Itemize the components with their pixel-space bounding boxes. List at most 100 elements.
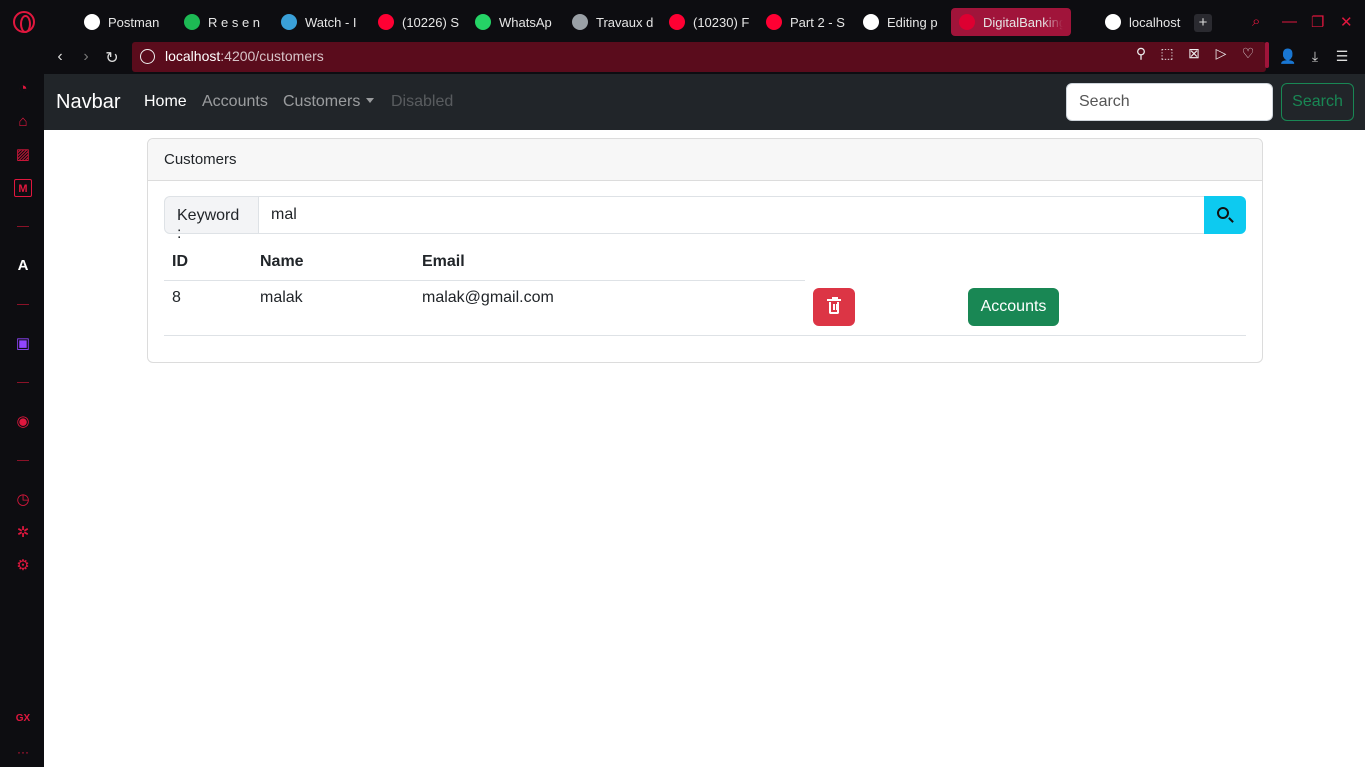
customer-accounts-button[interactable]: Accounts: [968, 288, 1059, 326]
card-header: Customers: [148, 139, 1262, 181]
browser-tab[interactable]: Travaux d: [572, 8, 676, 36]
cell-delete: [805, 280, 960, 336]
profile-icon[interactable]: 👤: [1278, 48, 1298, 65]
browser-tab-label: (10226) S: [402, 14, 460, 30]
nav-customers-dropdown[interactable]: Customers: [283, 93, 375, 111]
speed-dial-icon[interactable]: ◔: [14, 80, 32, 98]
browser-sidebar: ◔ ⌂ ▨ M A ▣ ◉ ◷ ✲ ⚙ GX ···: [0, 74, 44, 767]
browser-tab[interactable]: (10230) F: [669, 8, 773, 36]
history-icon[interactable]: ◷: [14, 491, 32, 509]
extensions-icon[interactable]: ✲: [14, 524, 32, 542]
sidebar-separator: [17, 226, 29, 227]
messenger-m-icon[interactable]: M: [14, 179, 32, 197]
pin-icon[interactable]: ⚲: [1132, 45, 1150, 62]
browser-tab-label: Part 2 - S: [790, 14, 845, 30]
angular-icon: [959, 14, 975, 30]
keyword-label: Keyword :: [164, 196, 259, 242]
send-icon[interactable]: ▷: [1212, 45, 1230, 62]
browser-tab-label: Postman: [108, 14, 160, 30]
twitch-icon[interactable]: ▣: [14, 335, 32, 353]
download-icon[interactable]: ⤓: [1305, 48, 1325, 65]
nav-home-link[interactable]: Home: [144, 93, 187, 111]
nav-accounts-link[interactable]: Accounts: [202, 93, 268, 111]
browser-tab[interactable]: DigitalBankingWe: [951, 8, 1071, 36]
bookmark-heart-icon[interactable]: ♡: [1239, 45, 1257, 62]
gx-label[interactable]: GX: [14, 710, 32, 728]
keyword-search-button[interactable]: [1204, 196, 1246, 234]
minimize-button[interactable]: —: [1282, 13, 1297, 30]
back-button[interactable]: ‹: [50, 48, 70, 66]
youtube-icon: [378, 14, 394, 30]
cell-name: malak: [252, 280, 414, 336]
browser-tab-label: Watch - I: [305, 14, 357, 30]
address-bar[interactable]: localhost:4200/customers ⚲ ⬚ ⊠ ▷ ♡: [132, 42, 1266, 72]
search-icon: [1217, 207, 1229, 219]
more-icon[interactable]: ···: [14, 743, 32, 761]
table-row: 8 malak malak@gmail.com Accounts: [164, 280, 1246, 336]
browser-tab[interactable]: (10226) S: [378, 8, 482, 36]
browser-tab-label: Travaux d: [596, 14, 654, 30]
close-window-button[interactable]: ✕: [1340, 13, 1353, 31]
navbar-search-input[interactable]: [1066, 83, 1273, 121]
column-header-id: ID: [164, 244, 252, 281]
gx-control-icon[interactable]: ⌂: [14, 113, 32, 131]
browser-tab[interactable]: Watch - I: [281, 8, 385, 36]
browser-window: Postman R e s e n Watch - I (10226) S WhatsA…: [0, 0, 1365, 767]
forward-button[interactable]: ›: [76, 48, 96, 66]
column-header-name: Name: [252, 244, 414, 281]
easy-setup-icon[interactable]: ☰: [1332, 48, 1352, 65]
address-row: ‹ › ↻ localhost:4200/customers ⚲ ⬚ ⊠ ▷ ♡…: [44, 42, 1365, 74]
snapshot-icon[interactable]: ⬚: [1158, 45, 1176, 62]
browser-tab-label: R e s e n: [208, 14, 261, 30]
tracker-blocker-icon[interactable]: ⊠: [1185, 45, 1203, 62]
customers-table: ID Name Email 8 malak malak@gmail.com Ac…: [164, 244, 1246, 336]
browser-tab[interactable]: Postman: [84, 8, 188, 36]
sidebar-separator: [17, 382, 29, 383]
url-text[interactable]: localhost:4200/customers: [165, 48, 324, 64]
sidebar-separator: [17, 304, 29, 305]
column-header-accounts: [960, 244, 1246, 280]
gx-corner-icon[interactable]: ▨: [14, 146, 32, 164]
restore-button[interactable]: ❐: [1311, 13, 1324, 31]
browser-tab-label: DigitalBankingWe: [983, 14, 1063, 30]
app-a-icon[interactable]: A: [14, 257, 32, 275]
nav-customers-label: Customers: [283, 93, 361, 110]
keyword-search-group: Keyword :: [164, 196, 1247, 242]
keyword-input[interactable]: [258, 196, 1205, 234]
site-info-icon[interactable]: [140, 49, 155, 64]
reload-button[interactable]: ↻: [102, 48, 122, 68]
address-divider: [1265, 42, 1269, 68]
tab-strip: Postman R e s e n Watch - I (10226) S WhatsA…: [0, 0, 1365, 44]
cell-email: malak@gmail.com: [414, 280, 805, 336]
classroom-icon: [572, 14, 588, 30]
search-tabs-icon[interactable]: ⌕: [1252, 13, 1260, 30]
whatsapp-icon: [475, 14, 491, 30]
settings-gear-icon[interactable]: ⚙: [14, 557, 32, 575]
browser-tab[interactable]: R e s e n: [184, 8, 288, 36]
opera-logo-icon[interactable]: [13, 11, 35, 33]
new-tab-button[interactable]: +: [1194, 14, 1212, 32]
app-navbar: Navbar Home Accounts Customers Disabled …: [44, 74, 1365, 130]
browser-tab-label: (10230) F: [693, 14, 750, 30]
browser-tab[interactable]: Part 2 - S: [766, 8, 870, 36]
column-header-delete: [805, 244, 960, 280]
navbar-brand[interactable]: Navbar: [56, 91, 120, 114]
browser-tab[interactable]: WhatsAp: [475, 8, 579, 36]
cell-accounts: Accounts: [960, 280, 1246, 336]
delete-customer-button[interactable]: [813, 288, 855, 326]
globe-icon: [1105, 14, 1121, 30]
navbar-search-button[interactable]: Search: [1281, 83, 1354, 121]
sidebar-separator: [17, 460, 29, 461]
disney-icon: [281, 14, 297, 30]
trash-icon: [827, 297, 841, 314]
player-icon[interactable]: ◉: [14, 413, 32, 431]
github-icon: [863, 14, 879, 30]
postman-icon: [84, 14, 100, 30]
cell-id: 8: [164, 280, 252, 336]
youtube-icon: [766, 14, 782, 30]
web-page: Navbar Home Accounts Customers Disabled …: [44, 74, 1365, 767]
youtube-icon: [669, 14, 685, 30]
url-path: :4200/customers: [220, 48, 324, 64]
chevron-down-icon: [366, 98, 375, 103]
browser-tab-label: WhatsAp: [499, 14, 552, 30]
